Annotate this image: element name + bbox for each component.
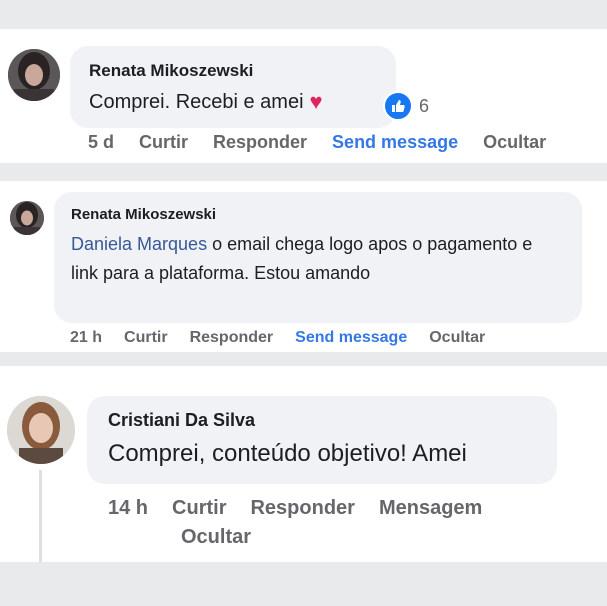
comment-author[interactable]: Cristiani Da Silva <box>108 410 255 431</box>
message-button[interactable]: Mensagem <box>379 494 482 523</box>
send-message-button[interactable]: Send message <box>295 329 407 347</box>
like-button[interactable]: Curtir <box>139 132 188 153</box>
like-thumb-icon <box>383 91 413 121</box>
hide-button[interactable]: Ocultar <box>483 132 546 153</box>
comment-text: Comprei. Recebi e amei ♥ <box>89 89 323 115</box>
hide-button[interactable]: Ocultar <box>429 329 485 347</box>
comment-card-1: Renata Mikoszewski Comprei. Recebi e ame… <box>0 29 607 163</box>
reply-button[interactable]: Responder <box>190 329 274 347</box>
send-message-button[interactable]: Send message <box>332 132 458 153</box>
timestamp-link[interactable]: 5 d <box>88 132 114 153</box>
reaction-summary[interactable]: 6 <box>383 91 429 121</box>
comment-text: Comprei, conteúdo objetivo! Amei <box>108 440 467 467</box>
avatar[interactable] <box>10 201 44 235</box>
comment-author[interactable]: Renata Mikoszewski <box>71 206 216 223</box>
like-count: 6 <box>419 95 430 116</box>
like-button[interactable]: Curtir <box>172 494 226 523</box>
heart-icon: ♥ <box>309 89 323 114</box>
comment-actions: 14 h Curtir Responder Mensagem Ocultar <box>108 494 568 552</box>
mention-link[interactable]: Daniela Marques <box>71 234 207 254</box>
like-button[interactable]: Curtir <box>124 329 168 347</box>
avatar[interactable] <box>7 396 75 464</box>
comment-text-body: Comprei. Recebi e amei <box>89 90 304 113</box>
comment-bubble <box>70 46 396 128</box>
comment-actions: 5 d Curtir Responder Send message Oculta… <box>88 132 571 153</box>
reply-button[interactable]: Responder <box>213 132 307 153</box>
comment-author[interactable]: Renata Mikoszewski <box>89 61 253 81</box>
hide-button[interactable]: Ocultar <box>181 523 251 552</box>
timestamp-link[interactable]: 14 h <box>108 494 148 523</box>
avatar[interactable] <box>8 49 60 101</box>
thread-line <box>39 470 42 562</box>
comment-actions: 21 h Curtir Responder Send message Ocult… <box>70 329 507 347</box>
comment-card-2: Renata Mikoszewski Daniela Marques o ema… <box>0 181 607 352</box>
timestamp-link[interactable]: 21 h <box>70 329 102 347</box>
comment-text: Daniela Marques o email chega logo apos … <box>71 230 541 288</box>
reply-button[interactable]: Responder <box>250 494 354 523</box>
comment-card-3: Cristiani Da Silva Comprei, conteúdo obj… <box>0 366 607 562</box>
